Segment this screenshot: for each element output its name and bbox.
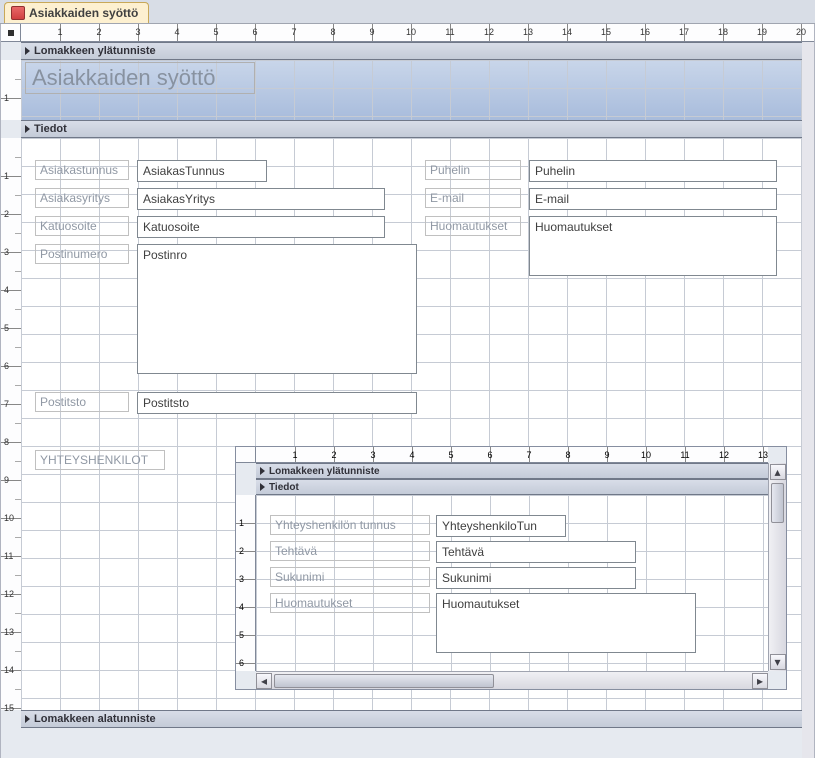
field-puhelin[interactable]: Puhelin — [529, 160, 777, 182]
form-header-body[interactable]: Asiakkaiden syöttö — [21, 60, 802, 120]
sub-vertical-scrollbar[interactable]: ▴ ▾ — [768, 463, 786, 671]
label-yhteyshenkilot[interactable]: YHTEYSHENKILOT — [35, 450, 165, 470]
vertical-ruler-detail[interactable]: 123456789101112131415 — [1, 138, 21, 710]
label-email[interactable]: E-mail — [425, 188, 521, 208]
section-bar-form-footer[interactable]: Lomakkeen alatunniste — [21, 710, 802, 728]
sub-ruler-corner[interactable] — [236, 447, 256, 463]
sub-horizontal-ruler[interactable]: 12345678910111213 — [256, 447, 768, 463]
section-label: Lomakkeen alatunniste — [34, 713, 156, 725]
sub-label-0[interactable]: Yhteyshenkilön tunnus — [270, 515, 430, 535]
subform-container[interactable]: 12345678910111213 Lomakkeen ylätunniste … — [235, 446, 787, 690]
sub-label-2[interactable]: Sukunimi — [270, 567, 430, 587]
section-label: Tiedot — [34, 123, 67, 135]
scroll-up-button[interactable]: ▴ — [770, 464, 786, 480]
tab-label: Asiakkaiden syöttö — [29, 6, 138, 20]
sub-section-label: Tiedot — [269, 482, 299, 493]
section-label: Lomakkeen ylätunniste — [34, 45, 156, 57]
detail-body[interactable]: Asiakastunnus AsiakasTunnus Asiakasyrity… — [21, 138, 802, 710]
sub-horizontal-scrollbar[interactable]: ◂ ▸ — [256, 671, 768, 689]
scroll-left-button[interactable]: ◂ — [256, 673, 272, 689]
label-asiakasyritys[interactable]: Asiakasyritys — [35, 188, 129, 208]
right-gutter — [802, 42, 814, 758]
form-icon — [11, 6, 25, 20]
scroll-track[interactable] — [769, 481, 786, 653]
sub-field-3[interactable]: Huomautukset — [436, 593, 696, 653]
sub-section-label: Lomakkeen ylätunniste — [269, 466, 380, 477]
form-tab[interactable]: Asiakkaiden syöttö — [4, 2, 149, 23]
field-huomautukset[interactable]: Huomautukset — [529, 216, 777, 276]
vertical-ruler-header[interactable]: 1 — [1, 60, 21, 120]
field-postinro[interactable]: Postinro — [137, 244, 417, 374]
scroll-down-button[interactable]: ▾ — [770, 654, 786, 670]
scroll-thumb[interactable] — [274, 674, 494, 688]
ruler-corner[interactable] — [1, 24, 21, 42]
label-puhelin[interactable]: Puhelin — [425, 160, 521, 180]
field-katuosoite[interactable]: Katuosoite — [137, 216, 385, 238]
tab-bar: Asiakkaiden syöttö — [0, 0, 815, 24]
section-bar-form-header[interactable]: Lomakkeen ylätunniste — [21, 42, 802, 60]
form-title-label[interactable]: Asiakkaiden syöttö — [25, 62, 255, 94]
scroll-right-button[interactable]: ▸ — [752, 673, 768, 689]
scroll-thumb[interactable] — [771, 483, 784, 523]
label-huomautukset[interactable]: Huomautukset — [425, 216, 521, 236]
field-asiakastunnus[interactable]: AsiakasTunnus — [137, 160, 267, 182]
sub-section-bar-header[interactable]: Lomakkeen ylätunniste — [256, 463, 768, 479]
field-email[interactable]: E-mail — [529, 188, 777, 210]
label-asiakastunnus[interactable]: Asiakastunnus — [35, 160, 129, 180]
label-katuosoite[interactable]: Katuosoite — [35, 216, 129, 236]
section-bar-detail[interactable]: Tiedot — [21, 120, 802, 138]
horizontal-ruler[interactable]: 1234567891011121314151617181920 — [21, 24, 814, 42]
field-postitsto[interactable]: Postitsto — [137, 392, 417, 414]
label-postitsto[interactable]: Postitsto — [35, 392, 129, 412]
sub-detail-body[interactable]: Yhteyshenkilön tunnus YhteyshenkiloTun T… — [256, 495, 768, 671]
field-asiakasyritys[interactable]: AsiakasYritys — [137, 188, 385, 210]
sub-field-2[interactable]: Sukunimi — [436, 567, 636, 589]
scroll-track[interactable] — [272, 673, 752, 689]
sub-label-1[interactable]: Tehtävä — [270, 541, 430, 561]
sub-vertical-ruler[interactable]: 123456 — [236, 495, 256, 671]
sub-field-1[interactable]: Tehtävä — [436, 541, 636, 563]
sub-field-0[interactable]: YhteyshenkiloTun — [436, 515, 566, 537]
form-designer: 1234567891011121314151617181920 Lomakkee… — [0, 24, 815, 758]
label-postinumero[interactable]: Postinumero — [35, 244, 129, 264]
sub-label-3[interactable]: Huomautukset — [270, 593, 430, 613]
sub-section-bar-detail[interactable]: Tiedot — [256, 479, 768, 495]
